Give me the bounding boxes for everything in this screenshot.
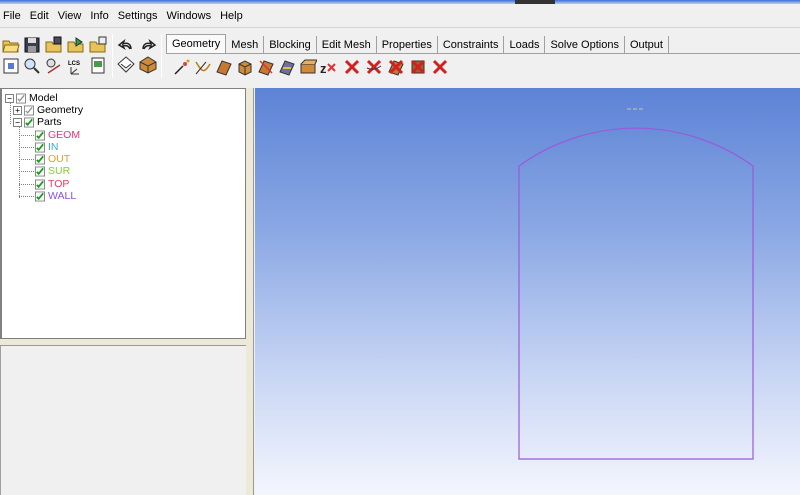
checkbox-partial-icon[interactable] — [16, 93, 26, 103]
menu-edit[interactable]: Edit — [30, 5, 55, 27]
tab-edit-mesh[interactable]: Edit Mesh — [316, 36, 377, 54]
data-entry-panel — [0, 346, 246, 495]
tab-output[interactable]: Output — [624, 36, 669, 54]
delete-any-icon[interactable] — [430, 57, 450, 77]
export-icon[interactable] — [88, 35, 108, 55]
svg-text:LCS: LCS — [68, 61, 80, 67]
menu-help[interactable]: Help — [220, 5, 249, 27]
delete-point-icon[interactable] — [342, 57, 362, 77]
zoom-icon[interactable] — [22, 56, 42, 76]
repair-geometry-icon[interactable] — [256, 57, 276, 77]
create-faceted-icon[interactable]: z — [318, 57, 338, 77]
wall-outline — [518, 127, 754, 460]
tree-part-sur[interactable]: SUR — [35, 165, 70, 177]
checkbox-partial-icon[interactable] — [24, 105, 34, 115]
local-coordinate-icon[interactable]: LCS — [66, 56, 86, 76]
tab-mesh[interactable]: Mesh — [226, 36, 265, 54]
checkbox-checked-icon[interactable] — [35, 154, 45, 164]
checkbox-checked-icon[interactable] — [35, 179, 45, 189]
tree-part-in[interactable]: IN — [35, 141, 59, 153]
tree-label-geometry: Geometry — [37, 104, 84, 116]
checkbox-checked-icon[interactable] — [35, 142, 45, 152]
measure-icon[interactable] — [44, 56, 64, 76]
tree-part-out[interactable]: OUT — [35, 153, 70, 165]
menu-settings[interactable]: Settings — [118, 5, 164, 27]
tab-constraints[interactable]: Constraints — [437, 36, 505, 54]
transform-geometry-icon[interactable] — [277, 57, 297, 77]
panel-splitter-vertical[interactable] — [246, 88, 254, 495]
solid-view-icon[interactable] — [138, 55, 158, 75]
tab-blocking[interactable]: Blocking — [264, 36, 317, 54]
create-curve-icon[interactable] — [193, 57, 213, 77]
model-tree-panel: − Model + Geometry − Parts GEOM IN OUT S… — [0, 88, 246, 339]
restore-geometry-icon[interactable] — [298, 57, 318, 77]
tree-part-geom[interactable]: GEOM — [35, 129, 80, 141]
tree-label-parts: Parts — [37, 116, 62, 128]
create-surface-icon[interactable] — [214, 57, 234, 77]
expand-icon[interactable]: + — [13, 105, 22, 115]
tab-geometry[interactable]: Geometry — [166, 34, 227, 54]
tab-properties[interactable]: Properties — [376, 36, 438, 54]
undo-icon[interactable] — [116, 35, 136, 55]
menu-bar: File Edit View Info Settings Windows Hel… — [0, 4, 800, 28]
menu-view[interactable]: View — [58, 5, 88, 27]
collapse-icon[interactable]: − — [5, 93, 14, 103]
part-label-out: OUT — [48, 153, 71, 165]
create-body-icon[interactable] — [235, 57, 255, 77]
part-label-geom: GEOM — [48, 129, 81, 141]
svg-text:z: z — [320, 61, 327, 76]
checkbox-checked-icon[interactable] — [35, 191, 45, 201]
save-geometry-icon[interactable] — [66, 35, 86, 55]
tree-node-parts[interactable]: − Parts — [13, 116, 62, 128]
checkbox-checked-icon[interactable] — [35, 130, 45, 140]
tree-part-top[interactable]: TOP — [35, 178, 69, 190]
part-label-in: IN — [48, 141, 59, 153]
part-label-top: TOP — [48, 178, 70, 190]
open-folder-icon[interactable] — [1, 35, 21, 55]
tree-node-model[interactable]: − Model — [5, 92, 58, 104]
fit-window-icon[interactable] — [1, 56, 21, 76]
tab-loads[interactable]: Loads — [504, 36, 546, 54]
load-geometry-icon[interactable] — [44, 35, 64, 55]
delete-body-icon[interactable] — [408, 57, 428, 77]
redo-icon[interactable] — [138, 35, 158, 55]
part-label-wall: WALL — [48, 190, 77, 202]
application-window: File Edit View Info Settings Windows Hel… — [0, 0, 800, 495]
save-icon[interactable] — [22, 35, 42, 55]
geometry-outline-drawing — [518, 108, 754, 460]
shaded-view-icon[interactable] — [116, 55, 136, 75]
delete-surface-icon[interactable] — [386, 57, 406, 77]
tree-label-model: Model — [29, 92, 58, 104]
checkbox-checked-icon[interactable] — [24, 117, 34, 127]
delete-curve-icon[interactable] — [364, 57, 384, 77]
create-point-icon[interactable] — [172, 57, 192, 77]
menu-file[interactable]: File — [3, 5, 27, 27]
checkbox-checked-icon[interactable] — [35, 166, 45, 176]
tab-solve-options[interactable]: Solve Options — [545, 36, 625, 54]
function-tabs: Geometry Mesh Blocking Edit Mesh Propert… — [166, 34, 669, 54]
tree-node-geometry[interactable]: + Geometry — [13, 104, 83, 116]
menu-info[interactable]: Info — [90, 5, 114, 27]
panel-splitter-horizontal[interactable] — [0, 339, 246, 346]
menu-windows[interactable]: Windows — [166, 5, 217, 27]
tree-part-wall[interactable]: WALL — [35, 190, 76, 202]
collapse-icon[interactable]: − — [13, 117, 22, 127]
graphics-viewport[interactable] — [255, 88, 800, 495]
report-icon[interactable] — [88, 56, 108, 76]
part-label-sur: SUR — [48, 165, 71, 177]
